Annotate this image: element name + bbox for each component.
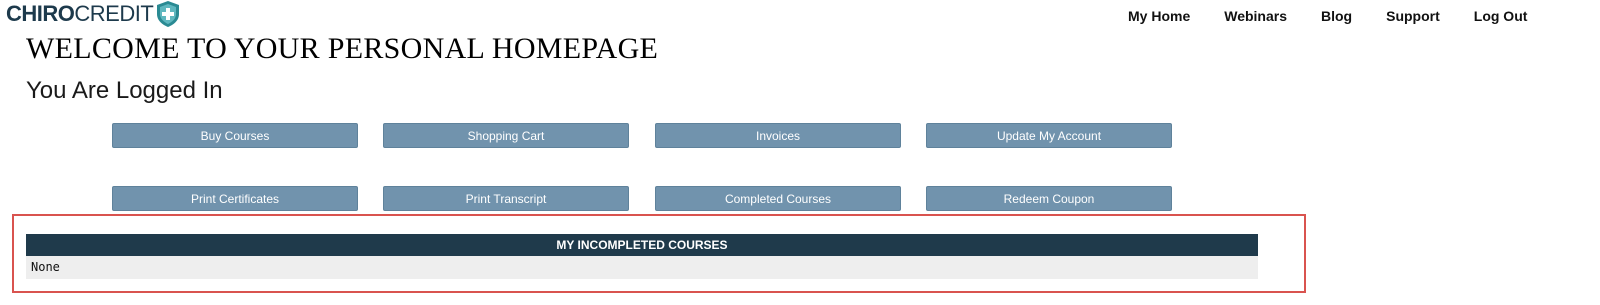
invoices-button[interactable]: Invoices [655,123,901,148]
update-my-account-button[interactable]: Update My Account [926,123,1172,148]
shopping-cart-button[interactable]: Shopping Cart [383,123,629,148]
logo-text-chiro: CHIRO [6,1,75,26]
print-certificates-button[interactable]: Print Certificates [112,186,358,211]
table-row: None [26,256,1258,279]
shield-cross-icon [157,1,180,27]
page-subtitle: You Are Logged In [26,77,223,104]
top-nav: My Home Webinars Blog Support Log Out [1128,8,1561,24]
page-title: WELCOME TO YOUR PERSONAL HOMEPAGE [26,32,659,65]
site-logo[interactable]: CHIRO CREDIT [6,0,181,28]
redeem-coupon-button[interactable]: Redeem Coupon [926,186,1172,211]
incomplete-courses-header: MY INCOMPLETED COURSES [26,234,1258,256]
completed-courses-button[interactable]: Completed Courses [655,186,901,211]
nav-blog[interactable]: Blog [1321,8,1352,24]
nav-webinars[interactable]: Webinars [1224,8,1287,24]
buy-courses-button[interactable]: Buy Courses [112,123,358,148]
nav-my-home[interactable]: My Home [1128,8,1190,24]
nav-support[interactable]: Support [1386,8,1440,24]
logo-text-credit: CREDIT [74,1,154,26]
print-transcript-button[interactable]: Print Transcript [383,186,629,211]
nav-log-out[interactable]: Log Out [1474,8,1528,24]
